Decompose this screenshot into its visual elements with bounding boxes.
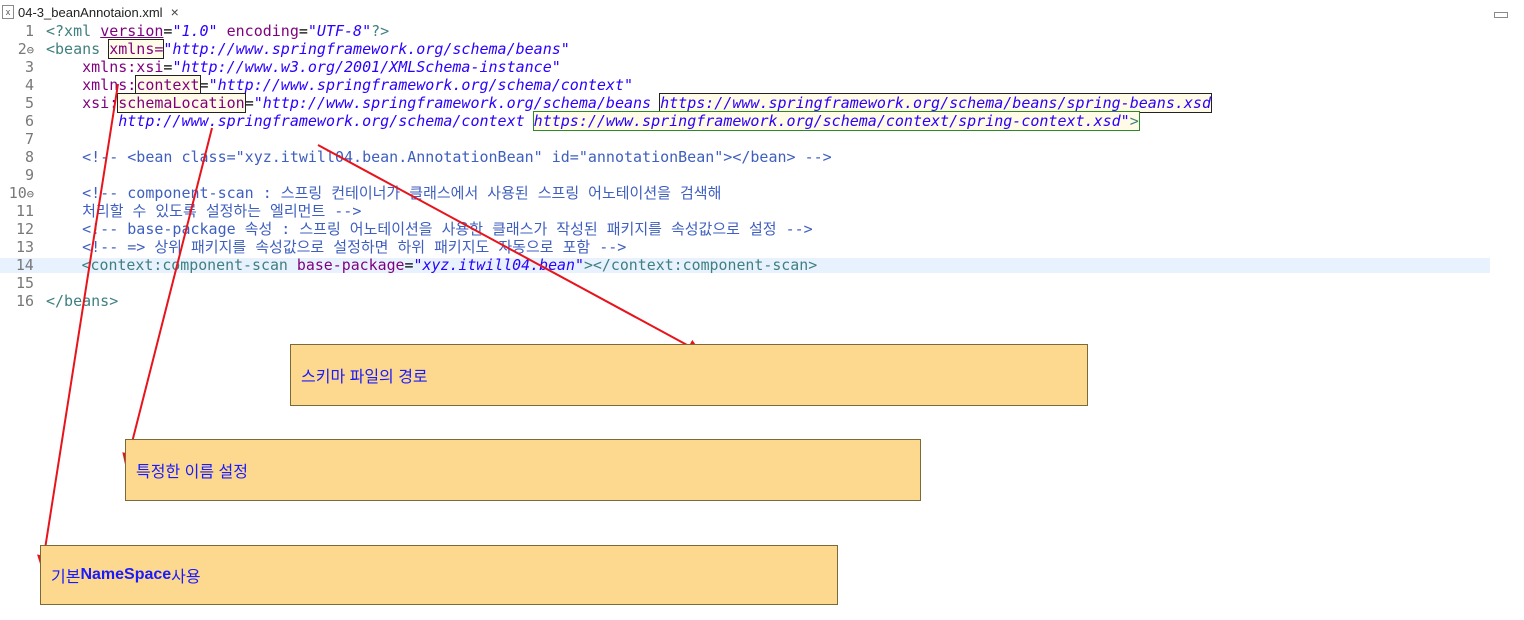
schema-location-highlight: schemaLocation — [117, 93, 246, 113]
line-number: 11 — [15, 202, 34, 220]
xml-file-icon: x — [2, 5, 14, 19]
code-line: 4 xmlns:context="http://www.springframew… — [0, 75, 633, 95]
code-line: 7 — [0, 132, 38, 147]
line-number: 9 — [24, 166, 34, 184]
callout-default-namespace: 기본 NameSpace 사용 — [40, 545, 838, 605]
xmlns-highlight: xmlns= — [108, 39, 165, 59]
tab-title: 04-3_beanAnnotaion.xml — [18, 4, 163, 20]
code-line: 9 — [0, 168, 38, 183]
line-number: 10⊖ — [8, 184, 34, 202]
context-prefix-highlight: context — [135, 75, 201, 95]
code-line: 12 <!-- base-package 속성 : 스프링 어노테이션을 사용한… — [0, 222, 813, 237]
code-line: 1 <?xml version="1.0" encoding="UTF-8"?> — [0, 24, 389, 39]
callout-prefix-name: 특정한 이름 설정 — [125, 439, 921, 501]
editor-tab[interactable]: x 04-3_beanAnnotaion.xml × — [0, 0, 240, 24]
line-number: 1 — [24, 22, 34, 40]
line-number: 5 — [24, 94, 34, 112]
line-number: 3 — [24, 58, 34, 76]
code-line: 6 http://www.springframework.org/schema/… — [0, 111, 1140, 131]
line-number: 15 — [15, 274, 34, 292]
line-number: 2⊖ — [17, 40, 34, 58]
code-line-current: 14 <context:component-scan base-package=… — [0, 258, 1490, 273]
code-line: 8 <!-- <bean class="xyz.itwill04.bean.An… — [0, 150, 832, 165]
code-line: 5 xsi:schemaLocation="http://www.springf… — [0, 93, 1212, 113]
line-number: 16 — [15, 292, 34, 310]
fold-toggle-icon[interactable]: ⊖ — [27, 187, 34, 201]
line-number: 13 — [15, 238, 34, 256]
line-number: 14 — [15, 256, 34, 274]
minimize-icon[interactable] — [1494, 12, 1508, 18]
code-line: 3 xmlns:xsi="http://www.w3.org/2001/XMLS… — [0, 60, 561, 75]
callout-schema-path: 스키마 파일의 경로 — [290, 344, 1088, 406]
fold-toggle-icon[interactable]: ⊖ — [27, 43, 34, 57]
close-icon[interactable]: × — [171, 4, 179, 20]
code-line: 2⊖ <beans xmlns="http://www.springframewo… — [0, 39, 570, 59]
line-number: 7 — [24, 130, 34, 148]
code-line: 11 처리할 수 있도록 설정하는 엘리먼트 --> — [0, 204, 361, 219]
code-line: 15 — [0, 276, 38, 291]
line-number: 4 — [24, 76, 34, 94]
code-line: 10⊖ <!-- component-scan : 스프링 컨테이너가 클래스에… — [0, 184, 722, 202]
line-number: 6 — [24, 112, 34, 130]
line-number: 12 — [15, 220, 34, 238]
beans-xsd-highlight: https://www.springframework.org/schema/b… — [659, 93, 1212, 113]
code-line: 13 <!-- => 상위 패키지를 속성값으로 설정하면 하위 패키지도 자동… — [0, 240, 626, 255]
line-number: 8 — [24, 148, 34, 166]
code-line: 16 </beans> — [0, 294, 118, 309]
context-xsd-highlight: https://www.springframework.org/schema/c… — [532, 111, 1140, 131]
